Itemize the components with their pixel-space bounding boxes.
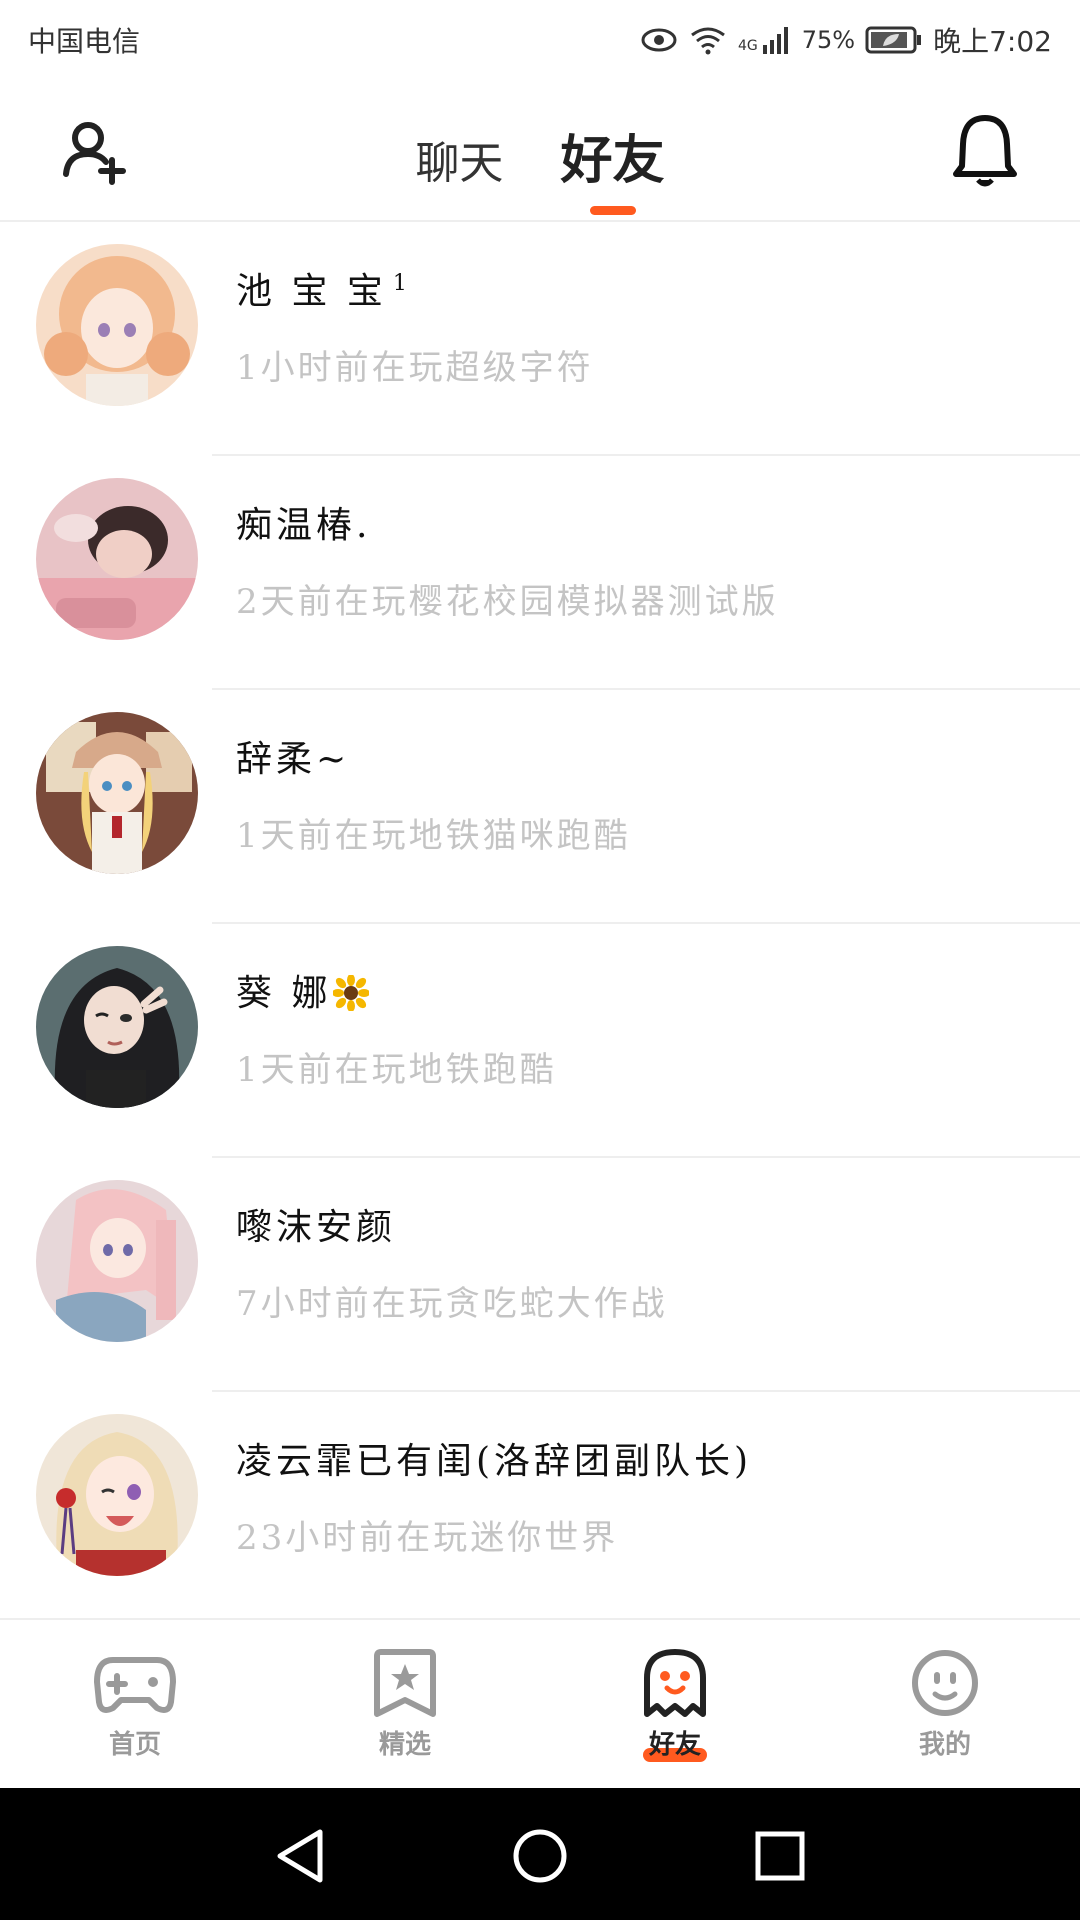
back-icon[interactable]	[270, 1824, 334, 1888]
system-nav-bar	[0, 1788, 1080, 1920]
tab-friends-label: 好友	[560, 130, 665, 191]
friend-status: 1天前在玩地铁猫咪跑酷	[236, 816, 631, 856]
bell-icon[interactable]	[950, 112, 1020, 192]
home-icon[interactable]	[508, 1824, 572, 1888]
status-bar: 中国电信 4G 75% 晚上7:02	[0, 0, 1080, 80]
friend-status: 1天前在玩地铁跑酷	[236, 1050, 557, 1090]
nav-featured[interactable]: 精选	[270, 1620, 540, 1788]
unread-badge: 1	[392, 271, 407, 296]
battery-percent: 75%	[801, 26, 856, 54]
friend-name: 痴温椿.	[236, 505, 372, 546]
top-header: 聊天 好友	[0, 80, 1080, 222]
friend-list: 池 宝 宝1 1小时前在玩超级字符 痴温椿. 2天前在玩樱花校园模拟器测试版 辞…	[0, 222, 1080, 1626]
status-icons: 4G 75% 晚上7:02	[640, 20, 1052, 60]
avatar[interactable]	[36, 244, 198, 406]
carrier-label: 中国电信	[28, 25, 141, 58]
tab-active-indicator	[589, 206, 636, 215]
friend-name-text: 葵 娜	[236, 973, 332, 1014]
nav-friends-label: 好友	[540, 1724, 810, 1761]
ghost-icon	[633, 1648, 717, 1718]
star-bookmark-icon	[363, 1648, 447, 1718]
friend-row[interactable]: 凌云霏已有闺(洛辞团副队长) 23小时前在玩迷你世界	[0, 1392, 1080, 1626]
friend-row[interactable]: 辞柔~ 1天前在玩地铁猫咪跑酷	[0, 690, 1080, 924]
friend-row[interactable]: 痴温椿. 2天前在玩樱花校园模拟器测试版	[0, 456, 1080, 690]
signal-icon	[762, 25, 792, 55]
smiley-icon	[903, 1648, 987, 1718]
friend-status: 2天前在玩樱花校园模拟器测试版	[236, 582, 779, 622]
friend-name: 凌云霏已有闺(洛辞团副队长)	[236, 1441, 753, 1482]
nav-me[interactable]: 我的	[810, 1620, 1080, 1788]
battery-icon	[865, 26, 923, 54]
gamepad-icon	[93, 1648, 177, 1718]
wifi-icon	[688, 25, 728, 55]
tab-chat[interactable]: 聊天	[415, 127, 503, 191]
nav-friends-text: 好友	[648, 1730, 701, 1760]
friend-name-text: 池 宝 宝	[236, 271, 387, 312]
friend-status: 23小时前在玩迷你世界	[236, 1518, 619, 1558]
nav-me-label: 我的	[918, 1730, 971, 1760]
friend-name: 嚟沫安颜	[236, 1207, 397, 1248]
avatar[interactable]	[36, 1180, 198, 1342]
friend-row[interactable]: 葵 娜 1天前在玩地铁跑酷	[0, 924, 1080, 1158]
friend-name: 池 宝 宝1	[236, 262, 407, 314]
recents-icon[interactable]	[748, 1824, 812, 1888]
avatar[interactable]	[36, 946, 198, 1108]
friend-row[interactable]: 嚟沫安颜 7小时前在玩贪吃蛇大作战	[0, 1158, 1080, 1392]
avatar[interactable]	[36, 712, 198, 874]
friend-status: 1小时前在玩超级字符	[236, 348, 594, 388]
friend-row[interactable]: 池 宝 宝1 1小时前在玩超级字符	[0, 222, 1080, 456]
nav-home-label: 首页	[108, 1730, 161, 1760]
avatar[interactable]	[36, 1414, 198, 1576]
clock: 晚上7:02	[933, 25, 1052, 58]
header-tabs: 聊天 好友	[0, 118, 1080, 215]
sunflower-icon	[332, 974, 371, 1012]
eye-icon	[640, 26, 678, 54]
avatar[interactable]	[36, 478, 198, 640]
tab-friends[interactable]: 好友	[560, 118, 665, 215]
nav-friends[interactable]: 好友	[540, 1620, 810, 1788]
friend-name: 葵 娜	[236, 964, 371, 1016]
nav-home[interactable]: 首页	[0, 1620, 270, 1788]
network-label: 4G	[738, 38, 758, 54]
friend-status: 7小时前在玩贪吃蛇大作战	[236, 1284, 668, 1324]
nav-featured-label: 精选	[378, 1730, 431, 1760]
bottom-nav: 首页 精选 好友 我的	[0, 1618, 1080, 1788]
friend-name: 辞柔~	[236, 739, 351, 780]
